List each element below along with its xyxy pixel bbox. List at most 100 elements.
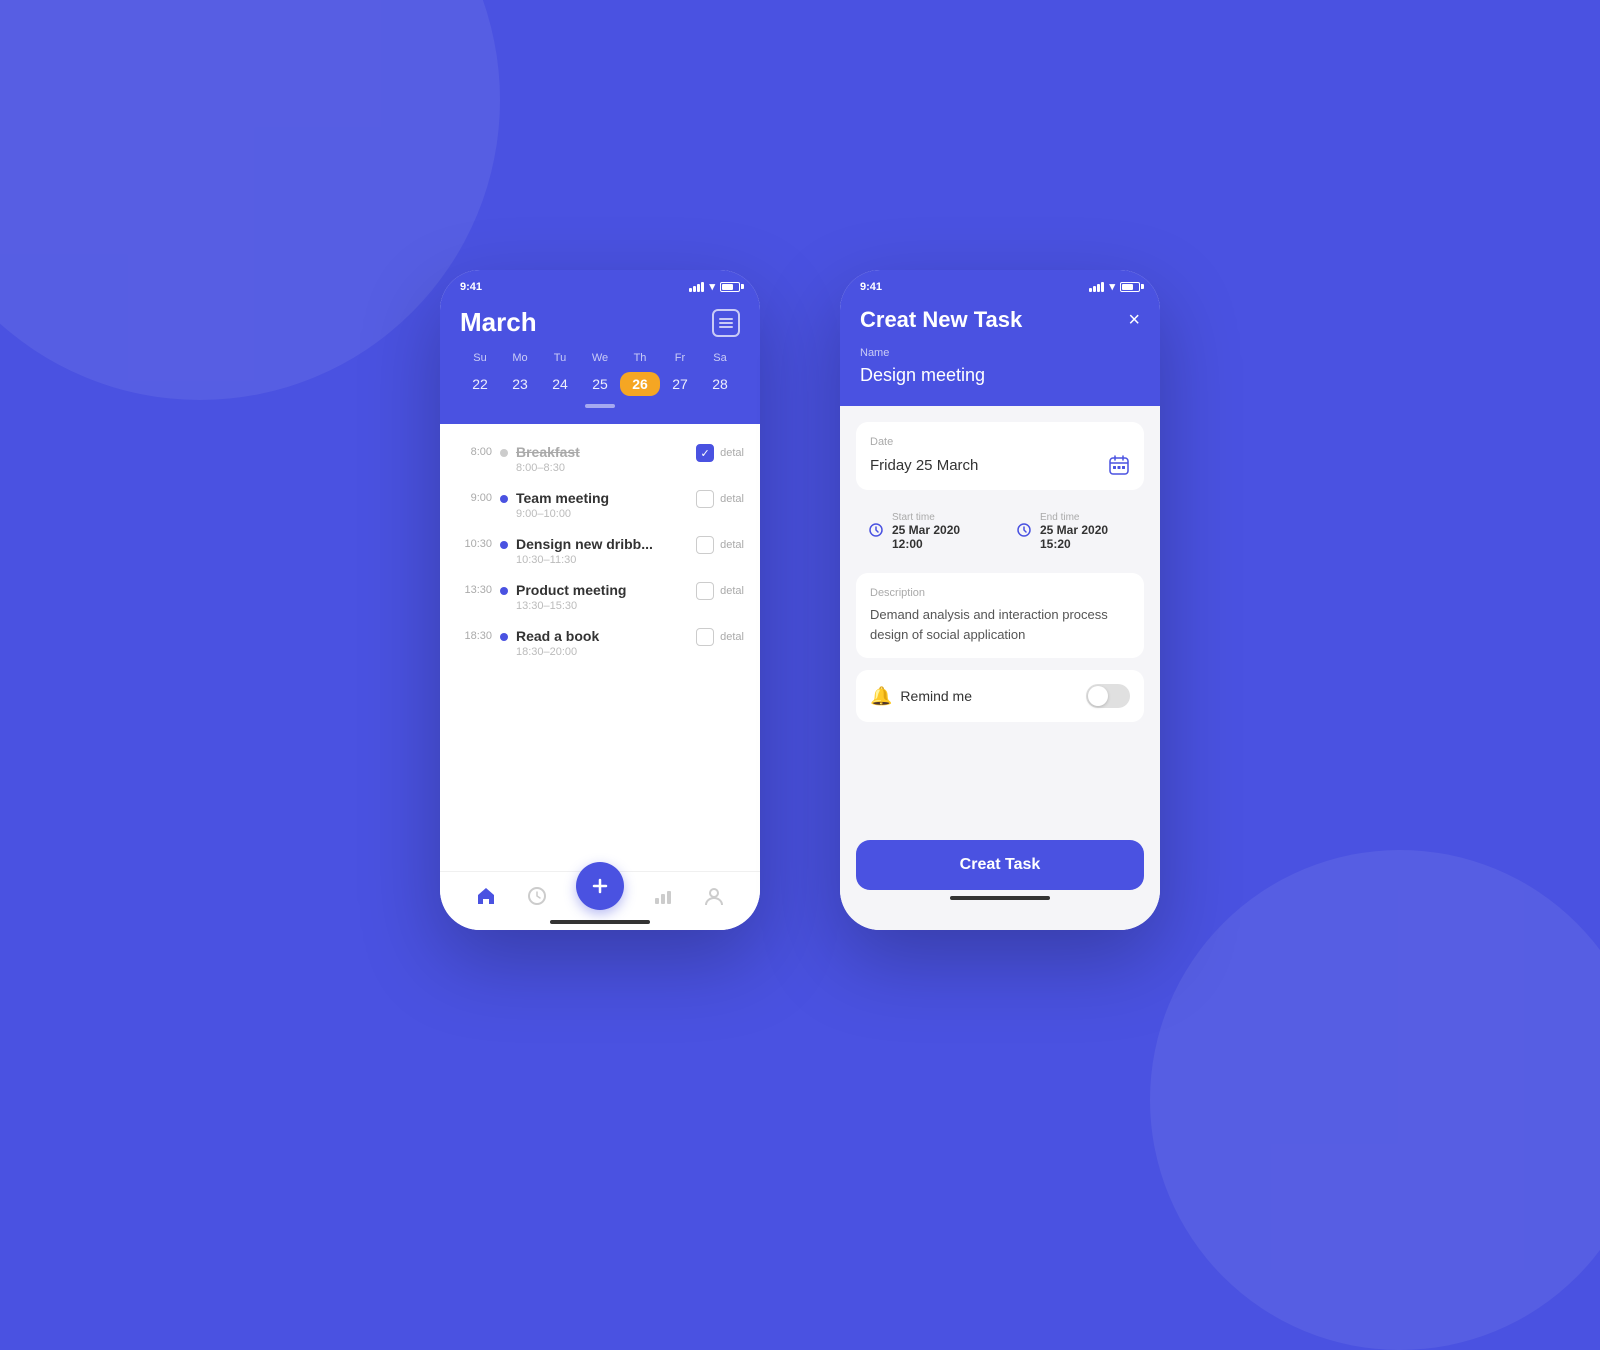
- remind-text: Remind me: [900, 688, 972, 704]
- task-info: Breakfast 8:00–8:30: [516, 444, 688, 474]
- date-22[interactable]: 22: [460, 372, 500, 396]
- schedule-list: 8:00 Breakfast 8:00–8:30 detal 9:00 Team…: [440, 424, 760, 871]
- signal-icon: [689, 282, 704, 292]
- date-picker-icon[interactable]: [1108, 454, 1130, 476]
- date-card: Date Friday 25 March: [856, 422, 1144, 490]
- start-time-card[interactable]: Start time 25 Mar 2020 12:00: [856, 502, 996, 561]
- wifi-icon: ▾: [1109, 280, 1115, 293]
- task-time: 13:30: [456, 582, 492, 596]
- task-time: 8:00: [456, 444, 492, 458]
- task-time-range: 13:30–15:30: [516, 600, 688, 612]
- task-info: Team meeting 9:00–10:00: [516, 490, 688, 520]
- end-time-label: End time: [1040, 512, 1132, 523]
- home-nav-icon[interactable]: [474, 884, 498, 908]
- task-detail-link[interactable]: detal: [720, 631, 744, 643]
- start-time-content: Start time 25 Mar 2020 12:00: [892, 512, 984, 551]
- date-25[interactable]: 25: [580, 372, 620, 396]
- bottom-nav: [440, 871, 760, 930]
- task-actions: detal: [696, 536, 744, 554]
- task-detail-link[interactable]: detal: [720, 585, 744, 597]
- task-checkbox[interactable]: [696, 444, 714, 462]
- date-row: Friday 25 March: [870, 454, 1130, 476]
- name-field-label: Name: [860, 347, 1140, 359]
- task-detail-link[interactable]: detal: [720, 539, 744, 551]
- task-name: Breakfast: [516, 444, 688, 460]
- remind-row: 🔔 Remind me: [870, 684, 1130, 708]
- task-checkbox[interactable]: [696, 490, 714, 508]
- date-28[interactable]: 28: [700, 372, 740, 396]
- week-days-row: Su Mo Tu We Th Fr Sa: [460, 352, 740, 364]
- task-checkbox[interactable]: [696, 536, 714, 554]
- create-task-header: Creat New Task × Name Design meeting: [840, 299, 1160, 406]
- task-actions: detal: [696, 582, 744, 600]
- day-mo: Mo: [500, 352, 540, 364]
- task-time: 9:00: [456, 490, 492, 504]
- chart-nav-icon[interactable]: [651, 884, 675, 908]
- end-time-value: 25 Mar 2020 15:20: [1040, 523, 1132, 551]
- remind-toggle[interactable]: [1086, 684, 1130, 708]
- header-row: Creat New Task ×: [860, 307, 1140, 333]
- task-dot: [500, 587, 508, 595]
- day-sa: Sa: [700, 352, 740, 364]
- task-name-value[interactable]: Design meeting: [860, 365, 1140, 386]
- task-info: Read a book 18:30–20:00: [516, 628, 688, 658]
- time-cards: Start time 25 Mar 2020 12:00 End time 25…: [856, 502, 1144, 561]
- month-title: March: [460, 307, 537, 338]
- add-task-fab[interactable]: [576, 862, 624, 910]
- start-time-icon: [868, 522, 884, 541]
- date-26-active[interactable]: 26: [620, 372, 660, 396]
- description-card: Description Demand analysis and interact…: [856, 573, 1144, 658]
- task-name: Product meeting: [516, 582, 688, 598]
- week-dates-row[interactable]: 22 23 24 25 26 27 28: [460, 372, 740, 396]
- task-dot: [500, 541, 508, 549]
- date-value[interactable]: Friday 25 March: [870, 457, 978, 474]
- date-label: Date: [870, 436, 1130, 448]
- task-name: Densign new dribb...: [516, 536, 688, 552]
- remind-card: 🔔 Remind me: [856, 670, 1144, 722]
- list-item: 9:00 Team meeting 9:00–10:00 detal: [440, 482, 760, 528]
- date-23[interactable]: 23: [500, 372, 540, 396]
- scroll-indicator: [460, 404, 740, 408]
- day-tu: Tu: [540, 352, 580, 364]
- task-dot: [500, 449, 508, 457]
- task-dot: [500, 495, 508, 503]
- bell-icon: 🔔: [870, 686, 892, 707]
- phone-calendar: 9:41 ▾ March Su Mo T: [440, 270, 760, 930]
- task-time: 18:30: [456, 628, 492, 642]
- start-time-value: 25 Mar 2020 12:00: [892, 523, 984, 551]
- day-su: Su: [460, 352, 500, 364]
- calendar-icon[interactable]: [712, 309, 740, 337]
- home-bar-2: [950, 896, 1050, 900]
- battery-icon: [1120, 282, 1140, 292]
- list-item: 10:30 Densign new dribb... 10:30–11:30 d…: [440, 528, 760, 574]
- task-checkbox[interactable]: [696, 582, 714, 600]
- create-task-button[interactable]: Creat Task: [856, 840, 1144, 890]
- day-fr: Fr: [660, 352, 700, 364]
- profile-nav-icon[interactable]: [702, 884, 726, 908]
- description-value[interactable]: Demand analysis and interaction process …: [870, 605, 1130, 644]
- battery-icon: [720, 282, 740, 292]
- day-th: Th: [620, 352, 660, 364]
- task-detail-link[interactable]: detal: [720, 447, 744, 459]
- list-item: 18:30 Read a book 18:30–20:00 detal: [440, 620, 760, 666]
- task-name: Team meeting: [516, 490, 688, 506]
- date-27[interactable]: 27: [660, 372, 700, 396]
- create-button-wrapper: Creat Task: [840, 840, 1160, 930]
- phone-create-task: 9:41 ▾ Creat New Task × Name Design meet…: [840, 270, 1160, 930]
- clock-nav-icon[interactable]: [525, 884, 549, 908]
- status-time-2: 9:41: [860, 281, 882, 293]
- wifi-icon: ▾: [709, 280, 715, 293]
- day-we: We: [580, 352, 620, 364]
- month-row: March: [460, 307, 740, 338]
- signal-icon: [1089, 282, 1104, 292]
- status-icons-1: ▾: [689, 280, 740, 293]
- task-actions: detal: [696, 444, 744, 462]
- close-button[interactable]: ×: [1128, 309, 1140, 332]
- start-time-label: Start time: [892, 512, 984, 523]
- end-time-card[interactable]: End time 25 Mar 2020 15:20: [1004, 502, 1144, 561]
- task-detail-link[interactable]: detal: [720, 493, 744, 505]
- date-24[interactable]: 24: [540, 372, 580, 396]
- task-info: Product meeting 13:30–15:30: [516, 582, 688, 612]
- task-checkbox[interactable]: [696, 628, 714, 646]
- calendar-header: March Su Mo Tu We Th Fr Sa 22 23 24 25 2…: [440, 299, 760, 424]
